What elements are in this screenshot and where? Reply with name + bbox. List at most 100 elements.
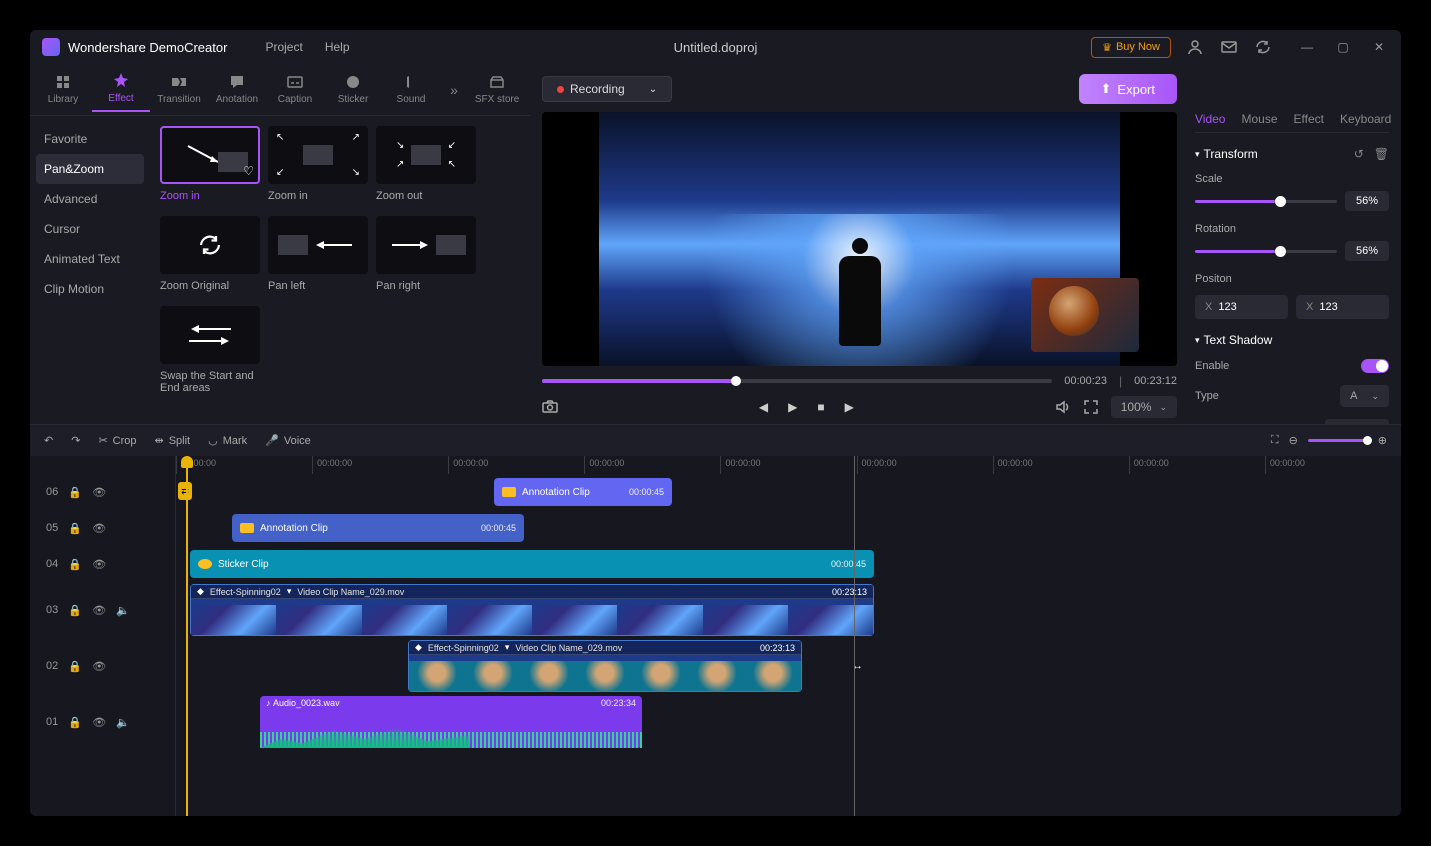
export-button[interactable]: ⬆ Export <box>1079 74 1177 104</box>
close-button[interactable]: ✕ <box>1369 37 1389 57</box>
menu-help[interactable]: Help <box>325 40 350 54</box>
preview-zoom-dropdown[interactable]: 100% ⌄ <box>1111 396 1177 418</box>
zoom-out-button[interactable]: ⊖ <box>1289 434 1298 447</box>
buy-now-button[interactable]: ♛ Buy Now <box>1091 37 1171 58</box>
fit-button[interactable]: ⛶ <box>1271 434 1279 447</box>
lock-icon[interactable]: 🔒 <box>68 603 82 617</box>
category-animated-text[interactable]: Animated Text <box>30 244 150 274</box>
effect-zoom-in[interactable]: ♡ Zoom in <box>160 126 260 202</box>
eye-icon[interactable]: 👁 <box>92 603 106 617</box>
tabs-more-button[interactable]: » <box>440 82 468 98</box>
lock-icon[interactable]: 🔒 <box>68 521 82 535</box>
lock-icon[interactable]: 🔒 <box>68 485 82 499</box>
redo-button[interactable]: ↷ <box>71 434 80 447</box>
track-06[interactable]: ⇄ Annotation Clip 00:00:45 <box>176 474 1401 510</box>
reset-icon[interactable]: ↺ <box>1354 147 1364 161</box>
mute-icon[interactable]: 🔈 <box>116 603 130 617</box>
timeline-cursor[interactable] <box>854 456 855 816</box>
fullscreen-button[interactable] <box>1083 399 1099 415</box>
category-clip-motion[interactable]: Clip Motion <box>30 274 150 304</box>
user-icon[interactable] <box>1185 37 1205 57</box>
zoom-in-button[interactable]: ⊕ <box>1378 434 1387 447</box>
recording-dropdown[interactable]: Recording ⌄ <box>542 76 672 102</box>
track-04[interactable]: Sticker Clip 00:00:45 <box>176 546 1401 582</box>
voice-tool[interactable]: 🎤Voice <box>265 434 311 447</box>
track-01[interactable]: ♪ Audio_0023.wav00:23:34 <box>176 694 1401 750</box>
props-tab-video[interactable]: Video <box>1195 112 1225 126</box>
scale-slider[interactable] <box>1195 200 1337 203</box>
volume-button[interactable] <box>1055 399 1071 415</box>
track-02[interactable]: ◆Effect-Spinning02▾Video Clip Name_029.m… <box>176 638 1401 694</box>
split-tool[interactable]: ⇹Split <box>155 434 191 447</box>
category-favorite[interactable]: Favorite <box>30 124 150 154</box>
lock-icon[interactable]: 🔒 <box>68 557 82 571</box>
effect-zoom-original[interactable]: Zoom Original <box>160 216 260 292</box>
tab-anotation[interactable]: Anotation <box>208 68 266 111</box>
annotation-clip[interactable]: Annotation Clip 00:00:45 <box>232 514 524 542</box>
effect-pan-left[interactable]: Pan left <box>268 216 368 292</box>
playback-scrubber[interactable] <box>542 379 1052 383</box>
eye-icon[interactable]: 👁 <box>92 485 106 499</box>
eye-icon[interactable]: 👁 <box>92 521 106 535</box>
mail-icon[interactable] <box>1219 37 1239 57</box>
position-x-input[interactable]: X123 <box>1195 295 1288 319</box>
transition-marker[interactable]: ⇄ <box>178 482 192 500</box>
effect-swap[interactable]: Swap the Start and End areas <box>160 306 260 394</box>
next-frame-button[interactable]: ▶ <box>845 400 854 414</box>
effect-pan-right[interactable]: Pan right <box>376 216 476 292</box>
mute-icon[interactable]: 🔈 <box>116 715 130 729</box>
timeline-playhead[interactable] <box>186 456 188 816</box>
keyframe-icon: ◆ <box>197 586 204 597</box>
eye-icon[interactable]: 👁 <box>92 715 106 729</box>
delete-icon[interactable]: 🗑 <box>1374 147 1389 161</box>
track-05[interactable]: Annotation Clip 00:00:45 <box>176 510 1401 546</box>
menu-project[interactable]: Project <box>265 40 302 54</box>
props-tab-keyboard[interactable]: Keyboard <box>1340 112 1391 126</box>
tab-library[interactable]: Library <box>34 68 92 111</box>
props-tab-mouse[interactable]: Mouse <box>1241 112 1277 126</box>
rotation-slider[interactable] <box>1195 250 1337 253</box>
eye-icon[interactable]: 👁 <box>92 659 106 673</box>
lock-icon[interactable]: 🔒 <box>68 659 82 673</box>
timeline-zoom-slider[interactable] <box>1308 439 1368 442</box>
snapshot-button[interactable] <box>542 399 558 415</box>
tab-sticker[interactable]: Sticker <box>324 68 382 111</box>
position-y-input[interactable]: X123 <box>1296 295 1389 319</box>
section-text-shadow[interactable]: ▾ Text Shadow <box>1195 333 1389 347</box>
rotation-value[interactable]: 56% <box>1345 241 1389 261</box>
section-transform[interactable]: ▾ Transform ↺🗑 <box>1195 147 1389 161</box>
scale-value[interactable]: 56% <box>1345 191 1389 211</box>
effect-zoom-out[interactable]: ↘↙↗↖ Zoom out <box>376 126 476 202</box>
annotation-clip[interactable]: Annotation Clip 00:00:45 <box>494 478 672 506</box>
mark-tool[interactable]: ◡Mark <box>208 434 247 447</box>
maximize-button[interactable]: ▢ <box>1333 37 1353 57</box>
tab-caption[interactable]: Caption <box>266 68 324 111</box>
category-cursor[interactable]: Cursor <box>30 214 150 244</box>
lock-icon[interactable]: 🔒 <box>68 715 82 729</box>
minimize-button[interactable]: — <box>1297 37 1317 57</box>
category-advanced[interactable]: Advanced <box>30 184 150 214</box>
video-clip[interactable]: ◆Effect-Spinning02▾Video Clip Name_029.m… <box>190 584 874 636</box>
crop-tool[interactable]: ✂Crop <box>98 434 136 447</box>
category-pan-zoom[interactable]: Pan&Zoom <box>36 154 144 184</box>
play-button[interactable]: ▶ <box>788 400 797 414</box>
video-clip[interactable]: ◆Effect-Spinning02▾Video Clip Name_029.m… <box>408 640 802 692</box>
undo-button[interactable]: ↶ <box>44 434 53 447</box>
audio-clip[interactable]: ♪ Audio_0023.wav00:23:34 <box>260 696 642 748</box>
enable-toggle[interactable] <box>1361 359 1389 373</box>
tab-sound[interactable]: Sound <box>382 68 440 111</box>
sticker-clip[interactable]: Sticker Clip 00:00:45 <box>190 550 874 578</box>
preview-viewport[interactable] <box>542 112 1177 366</box>
tab-effect[interactable]: Effect <box>92 67 150 112</box>
tab-sfx-store[interactable]: SFX store <box>468 68 526 111</box>
prev-frame-button[interactable]: ◀ <box>759 400 768 414</box>
tab-transition[interactable]: Transition <box>150 68 208 111</box>
timeline-ruler[interactable]: 00:00:0000:00:0000:00:0000:00:0000:00:00… <box>176 456 1401 474</box>
eye-icon[interactable]: 👁 <box>92 557 106 571</box>
effect-zoom-in-2[interactable]: ↖↗↙↘ Zoom in <box>268 126 368 202</box>
props-tab-effect[interactable]: Effect <box>1294 112 1324 126</box>
type-dropdown[interactable]: A⌄ <box>1340 385 1389 407</box>
sync-icon[interactable] <box>1253 37 1273 57</box>
stop-button[interactable]: ■ <box>817 400 824 414</box>
track-03[interactable]: ◆Effect-Spinning02▾Video Clip Name_029.m… <box>176 582 1401 638</box>
